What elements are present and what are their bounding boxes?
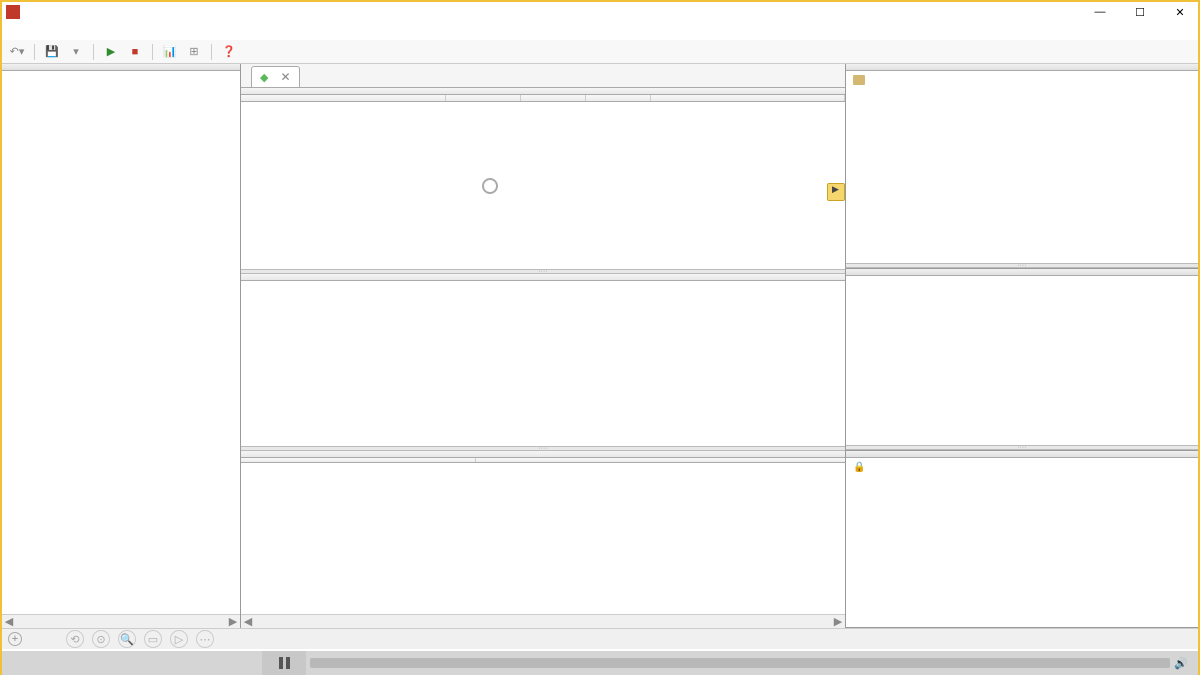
analyses-header <box>241 274 845 281</box>
add-button[interactable]: + <box>8 632 22 646</box>
stop-button[interactable]: ■ <box>126 43 144 61</box>
ctrl-icon[interactable]: 🔍 <box>118 630 136 648</box>
hscroll[interactable]: ◀▶ <box>2 614 240 628</box>
col-assoc[interactable] <box>651 95 845 101</box>
tab-complete-list[interactable]: ◆ ✕ <box>251 66 300 87</box>
col-name[interactable] <box>241 95 446 101</box>
ctrl-icon[interactable]: ▷ <box>170 630 188 648</box>
pause-button[interactable] <box>262 651 306 675</box>
ctrl-icon[interactable]: ⟲ <box>66 630 84 648</box>
progress-bar[interactable] <box>310 658 1170 668</box>
requirements-header <box>241 451 845 458</box>
sms-item[interactable] <box>849 74 1195 86</box>
run-button[interactable]: ▶ <box>102 43 120 61</box>
ctrl-icon[interactable]: ▭ <box>144 630 162 648</box>
close-button[interactable]: ✕ <box>1166 4 1194 20</box>
workspace-header <box>2 64 240 71</box>
titlebar: — ☐ ✕ <box>2 2 1198 22</box>
splitter[interactable]: ···· <box>846 263 1198 268</box>
sms-header <box>846 64 1198 71</box>
save-dropdown[interactable]: ▾ <box>67 43 85 61</box>
package-icon <box>853 75 865 85</box>
media-bar: 🔊 <box>2 651 1198 675</box>
analyses-body <box>241 281 845 446</box>
analyses-list-body <box>846 276 1198 445</box>
rl-item[interactable]: 🔒 <box>849 461 1195 474</box>
volume-icon[interactable]: 🔊 <box>1174 657 1194 670</box>
req-col-name[interactable] <box>241 458 476 462</box>
app-icon <box>6 5 20 19</box>
minimize-button[interactable]: — <box>1086 4 1114 20</box>
structure-body <box>241 102 845 252</box>
col-type[interactable] <box>521 95 586 101</box>
help-button[interactable]: ❓ <box>220 43 238 61</box>
bottom-bar: + ⟲ ⊙ 🔍 ▭ ▷ ⋯ <box>2 628 1198 649</box>
save-button[interactable]: 💾 <box>43 43 61 61</box>
req-col-assoc[interactable] <box>476 458 845 462</box>
al-header <box>846 269 1198 276</box>
col-units[interactable] <box>586 95 651 101</box>
lock-icon: 🔒 <box>853 462 863 473</box>
col-value[interactable] <box>446 95 521 101</box>
tab-row: ◆ ✕ <box>241 64 845 88</box>
workspace-tree <box>2 71 240 614</box>
ctrl-icon[interactable]: ⋯ <box>196 630 214 648</box>
grid-button[interactable]: ⊞ <box>185 43 203 61</box>
splitter[interactable]: ···· <box>846 445 1198 450</box>
rl-header <box>846 451 1198 458</box>
tab-close-icon[interactable]: ✕ <box>280 70 290 84</box>
hscroll[interactable]: ◀▶ <box>241 614 845 628</box>
structure-header <box>241 88 845 95</box>
structure-columns <box>241 95 845 102</box>
menubar <box>2 22 1198 40</box>
undo-button[interactable]: ↶▾ <box>8 43 26 61</box>
maximize-button[interactable]: ☐ <box>1126 4 1154 20</box>
trade-button[interactable]: 📊 <box>161 43 179 61</box>
requirements-body <box>241 463 845 614</box>
toolbar: ↶▾ 💾 ▾ ▶ ■ 📊 ⊞ ❓ <box>2 40 1198 64</box>
ctrl-icon[interactable]: ⊙ <box>92 630 110 648</box>
scroll-highlight-icon[interactable] <box>827 183 845 201</box>
